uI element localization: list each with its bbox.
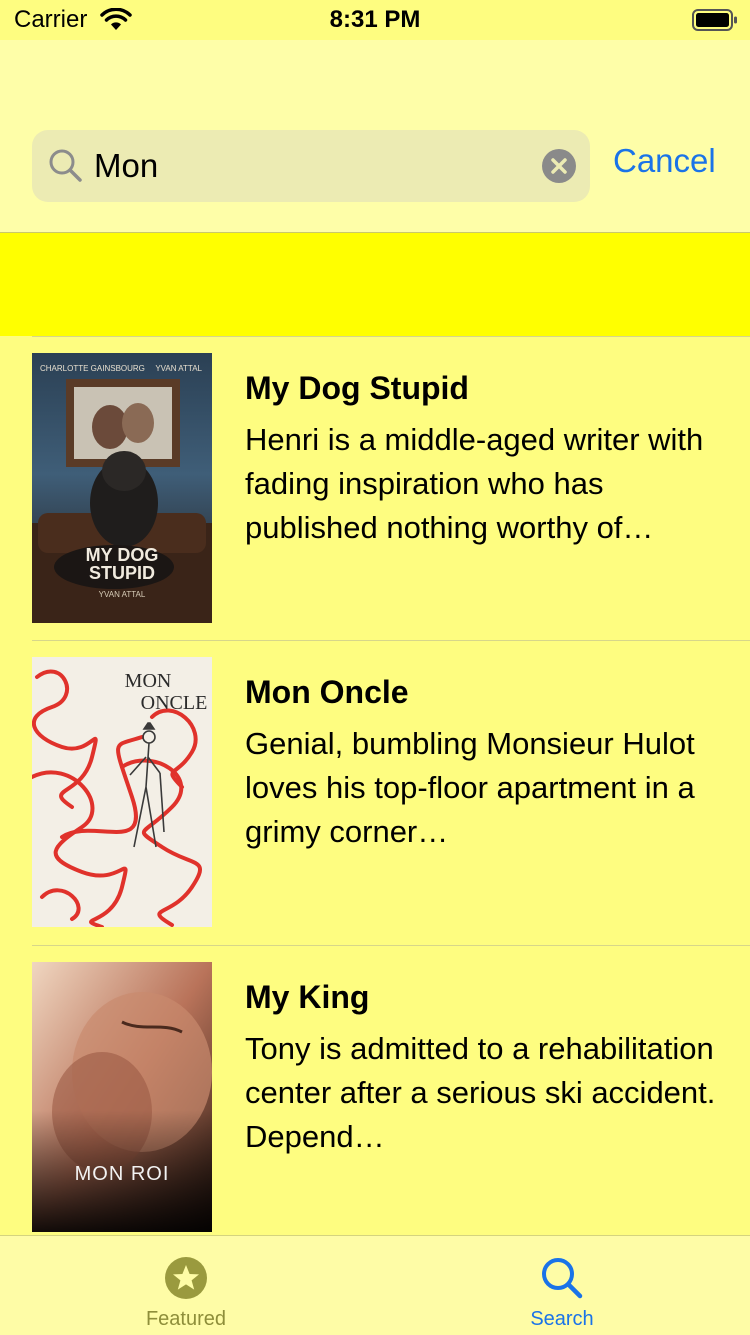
poster-title-line1: MY DOG <box>86 545 159 565</box>
search-icon <box>540 1256 584 1305</box>
tab-bar: Featured Search <box>0 1235 750 1335</box>
poster-title-line2: ONCLE <box>141 692 208 714</box>
movie-title: My Dog Stupid <box>245 370 469 406</box>
movie-description: Tony is admitted to a rehabilitation cen… <box>245 1031 716 1154</box>
poster-image: MON ONCLE <box>32 657 212 927</box>
poster-credit-left: CHARLOTTE GAINSBOURG <box>40 364 145 373</box>
list-item[interactable]: MON ROI My King Tony is admitted to a re… <box>0 945 750 1236</box>
search-input[interactable]: Mon <box>32 130 590 202</box>
search-header: Mon Cancel <box>0 40 750 232</box>
clear-search-icon[interactable] <box>542 149 576 188</box>
tab-search[interactable]: Search <box>472 1236 652 1335</box>
search-icon <box>48 148 84 189</box>
tab-label: Search <box>530 1308 594 1330</box>
movie-description: Henri is a middle-aged writer with fadin… <box>245 422 704 545</box>
tab-label: Featured <box>145 1308 227 1330</box>
row-divider <box>32 945 750 946</box>
star-circle-icon <box>164 1256 208 1305</box>
list-item[interactable]: CHARLOTTE GAINSBOURG YVAN ATTAL MY DOG S… <box>0 336 750 641</box>
battery-icon <box>692 8 738 37</box>
poster-director: YVAN ATTAL <box>99 590 146 599</box>
poster-title-line2: STUPID <box>89 563 155 583</box>
poster-title-line1: MON ROI <box>75 1163 170 1185</box>
movie-title: My King <box>245 979 370 1015</box>
search-query[interactable]: Mon <box>94 147 158 185</box>
poster-credit-right: YVAN ATTAL <box>155 364 202 373</box>
movie-title: Mon Oncle <box>245 674 409 710</box>
tab-featured[interactable]: Featured <box>96 1236 276 1335</box>
row-divider <box>32 336 750 337</box>
movie-description: Genial, bumbling Monsieur Hulot loves hi… <box>245 726 695 849</box>
poster-image: MON ROI <box>32 962 212 1232</box>
row-divider <box>32 640 750 641</box>
cancel-button[interactable]: Cancel <box>613 142 716 180</box>
list-item[interactable]: MON ONCLE Mon Oncle Genial, bumbling Mon… <box>0 640 750 945</box>
status-bar: Carrier 8:31 PM <box>0 0 750 40</box>
results-list[interactable]: CHARLOTTE GAINSBOURG YVAN ATTAL MY DOG S… <box>0 336 750 1236</box>
poster-title-line1: MON <box>125 670 172 692</box>
poster-image: CHARLOTTE GAINSBOURG YVAN ATTAL MY DOG S… <box>32 353 212 623</box>
clock: 8:31 PM <box>329 6 421 33</box>
results-banner <box>0 233 750 336</box>
